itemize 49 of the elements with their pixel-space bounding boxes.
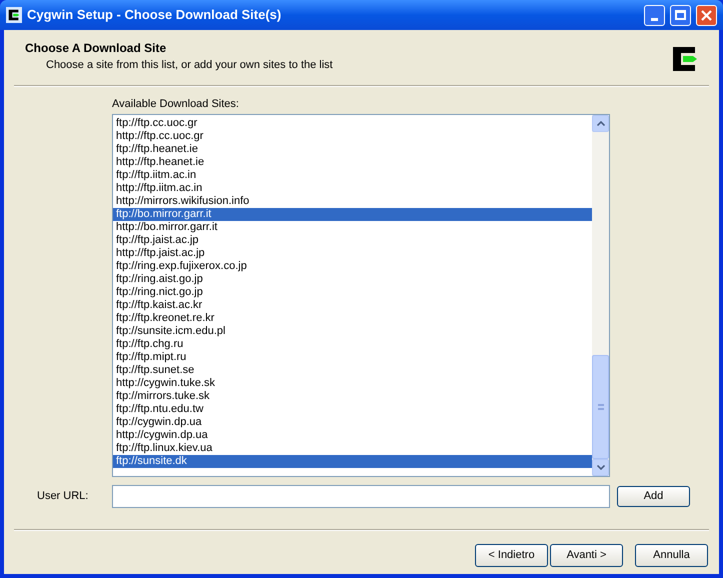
site-list-item[interactable]: http://cygwin.tuke.sk bbox=[113, 376, 592, 390]
wizard-button[interactable]: Annulla bbox=[635, 544, 708, 566]
site-list-item[interactable]: ftp://ftp.jaist.ac.jp bbox=[113, 234, 592, 246]
site-list-item[interactable]: ftp://bo.mirror.garr.it bbox=[113, 208, 592, 220]
site-list-item[interactable]: http://ftp.cc.uoc.gr bbox=[113, 130, 592, 142]
scroll-up-button[interactable] bbox=[592, 114, 609, 132]
user-url-label: User URL: bbox=[36, 489, 90, 504]
site-list-item[interactable]: http://ftp.iitm.ac.in bbox=[113, 182, 592, 194]
page-heading: Choose A Download Site bbox=[25, 40, 168, 57]
site-list-item[interactable]: ftp://sunsite.icm.edu.pl bbox=[113, 324, 592, 338]
site-list-item[interactable]: ftp://ftp.sunet.se bbox=[113, 364, 592, 376]
site-list-item[interactable]: ftp://ftp.linux.kiev.ua bbox=[113, 442, 592, 454]
site-list-item[interactable]: ftp://ring.exp.fujixerox.co.jp bbox=[113, 260, 592, 272]
site-list-item[interactable]: ftp://ftp.chg.ru bbox=[113, 338, 592, 350]
close-button[interactable] bbox=[696, 4, 717, 26]
site-list-item[interactable]: ftp://mirrors.tuke.sk bbox=[113, 390, 592, 402]
wizard-button[interactable]: Avanti > bbox=[550, 544, 623, 566]
site-list-item[interactable]: http://cygwin.dp.ua bbox=[113, 428, 592, 442]
site-list-item[interactable]: ftp://ftp.heanet.ie bbox=[113, 142, 592, 156]
site-list-item[interactable]: ftp://sunsite.dk bbox=[113, 454, 592, 468]
user-url-field[interactable] bbox=[112, 485, 610, 508]
close-icon bbox=[701, 10, 712, 20]
site-list-item[interactable]: ftp://ring.aist.go.jp bbox=[113, 272, 592, 286]
site-list-item[interactable]: ftp://ftp.kreonet.re.kr bbox=[113, 312, 592, 324]
list-label: Available Download Sites: bbox=[112, 98, 239, 110]
scrollbar[interactable] bbox=[592, 114, 609, 476]
page-description: Choose a site from this list, or add your own sites to the list bbox=[45, 58, 334, 73]
chevron-up-icon bbox=[596, 120, 604, 126]
site-list-item[interactable]: ftp://ring.nict.go.jp bbox=[113, 286, 592, 298]
app-icon bbox=[7, 8, 21, 22]
wizard-button[interactable]: < Indietro bbox=[475, 544, 548, 566]
scroll-thumb[interactable] bbox=[592, 354, 609, 458]
site-list-item[interactable]: ftp://ftp.kaist.ac.kr bbox=[113, 298, 592, 312]
site-list-item[interactable]: http://ftp.jaist.ac.jp bbox=[113, 246, 592, 260]
maximize-button[interactable] bbox=[670, 4, 691, 26]
chevron-down-icon bbox=[596, 464, 604, 470]
site-list-item[interactable]: ftp://cygwin.dp.ua bbox=[113, 416, 592, 428]
site-list-item[interactable]: ftp://ftp.mipt.ru bbox=[113, 350, 592, 364]
site-list-item[interactable]: http://ftp.heanet.ie bbox=[113, 156, 592, 168]
site-list-item[interactable]: ftp://ftp.ntu.edu.tw bbox=[113, 402, 592, 416]
minimize-button[interactable] bbox=[644, 4, 665, 26]
site-list-item[interactable]: http://mirrors.wikifusion.info bbox=[113, 194, 592, 208]
add-button[interactable]: Add bbox=[617, 486, 690, 507]
site-list-item[interactable]: http://bo.mirror.garr.it bbox=[113, 220, 592, 234]
scroll-down-button[interactable] bbox=[592, 458, 609, 476]
site-list[interactable] bbox=[112, 114, 610, 476]
site-list-item[interactable]: ftp://ftp.iitm.ac.in bbox=[113, 168, 592, 182]
window-title: Cygwin Setup - Choose Download Site(s) bbox=[27, 6, 282, 24]
site-list-item[interactable]: ftp://ftp.cc.uoc.gr bbox=[113, 116, 592, 130]
